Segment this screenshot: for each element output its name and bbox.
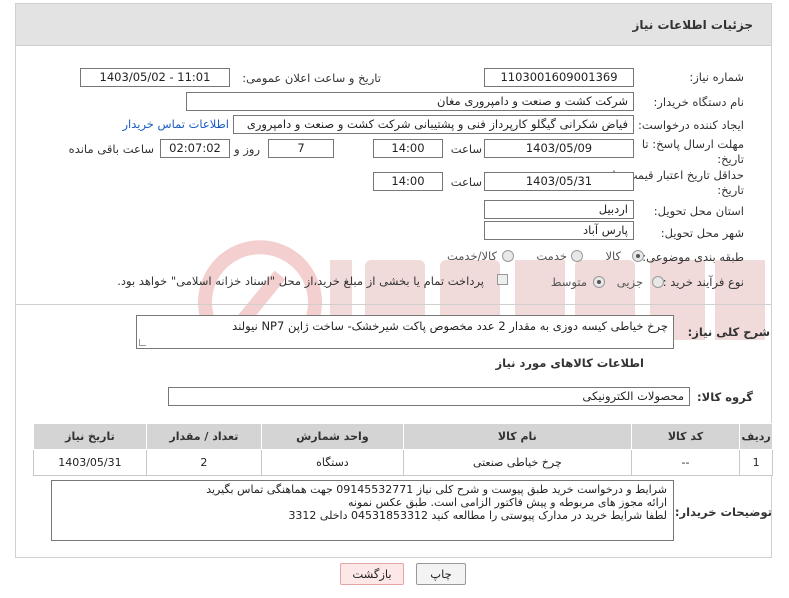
deadline-time-label: ساعت: [450, 142, 482, 156]
validity-date-field: 1403/05/31: [484, 172, 634, 191]
creator-label: ایجاد کننده درخواست:: [638, 118, 744, 132]
category-option-service: خدمت: [536, 249, 567, 263]
creator-field: فیاض شکرانی گیگلو کارپرداز فنی و پشتیبان…: [233, 115, 634, 134]
remaining-time-field: 02:07:02: [160, 139, 230, 158]
group-label: گروه کالا:: [697, 390, 753, 404]
announce-field: 1403/05/02 - 11:01: [80, 68, 230, 87]
category-option-goods-service: کالا/خدمت: [446, 249, 497, 263]
process-radio-medium[interactable]: [593, 276, 605, 288]
panel-header: جزئیات اطلاعات نیاز: [16, 4, 771, 46]
category-radio-goods[interactable]: [632, 250, 644, 262]
cell-quantity: 2: [145, 449, 262, 476]
items-info-title: اطلاعات کالاهای مورد نیاز: [495, 356, 644, 370]
process-option-medium: متوسط: [550, 275, 587, 289]
buyer-label: نام دستگاه خریدار:: [653, 95, 744, 109]
category-radio-service[interactable]: [571, 250, 583, 262]
category-option-goods: کالا: [605, 249, 621, 263]
section-divider: [16, 304, 771, 305]
process-radio-minor[interactable]: [652, 276, 664, 288]
need-number-label: شماره نیاز:: [689, 70, 744, 84]
cell-unit: دستگاه: [260, 449, 404, 476]
cell-name: چرخ خیاطی صنعتی: [402, 449, 632, 476]
deadline-label: مهلت ارسال پاسخ: تا تاریخ:: [641, 137, 744, 166]
cell-code: --: [630, 449, 741, 476]
process-option-minor: جزیی: [616, 275, 643, 289]
treasury-payment-checkbox[interactable]: [497, 274, 508, 285]
summary-field: چرخ خیاطی کیسه دوزی به مقدار 2 عدد مخصوص…: [136, 315, 674, 349]
col-header-quantity: تعداد / مقدار: [145, 423, 262, 450]
remaining-label: ساعت باقی مانده: [68, 142, 154, 156]
process-label: نوع فرآیند خرید :: [662, 275, 744, 289]
col-header-need-date: تاریخ نیاز: [33, 423, 147, 450]
back-button[interactable]: بازگشت: [340, 563, 404, 585]
items-table: ردیف کد کالا نام کالا واحد شمارش تعداد /…: [33, 423, 773, 476]
days-field: 7: [268, 139, 334, 158]
group-field: محصولات الکترونیکی: [168, 387, 690, 406]
page-title: جزئیات اطلاعات نیاز: [632, 18, 753, 32]
category-label: طبقه بندی موضوعی:: [642, 250, 744, 264]
need-number-field: 1103001609001369: [484, 68, 634, 87]
summary-label: شرح کلی نیاز:: [687, 325, 770, 339]
notes-line: شرایط و درخواست خرید طبق پیوست و شرح کلی…: [206, 483, 667, 496]
treasury-payment-note: پرداخت تمام یا بخشی از مبلغ خرید،از محل …: [117, 274, 484, 288]
buyer-notes-field: شرایط و درخواست خرید طبق پیوست و شرح کلی…: [51, 480, 674, 541]
cell-need-date: 1403/05/31: [33, 449, 147, 476]
col-header-name: نام کالا: [402, 423, 632, 450]
days-label: روز و: [234, 142, 260, 156]
category-radio-goods-service[interactable]: [502, 250, 514, 262]
notes-line: لطفا شرایط خرید در مدارک پیوستی را مطالع…: [288, 509, 667, 522]
col-header-unit: واحد شمارش: [260, 423, 404, 450]
notes-line: ارائه مجوز های مربوطه و پیش فاکتور الزام…: [348, 496, 667, 509]
buyer-contact-link[interactable]: اطلاعات تماس خریدار: [122, 117, 229, 131]
province-label: استان محل تحویل:: [653, 204, 744, 218]
print-button[interactable]: چاپ: [416, 563, 466, 585]
resize-handle[interactable]: [139, 339, 146, 346]
city-label: شهر محل تحویل:: [660, 226, 744, 240]
deadline-date-field: 1403/05/09: [484, 139, 634, 158]
province-field: اردبیل: [484, 200, 634, 219]
deadline-time-field: 14:00: [373, 139, 443, 158]
col-header-row-number: ردیف: [739, 423, 773, 450]
cell-row-number: 1: [739, 449, 773, 476]
validity-time-label: ساعت: [450, 175, 482, 189]
notes-label: توضیحات خریدار:: [674, 505, 772, 519]
table-row: 1 -- چرخ خیاطی صنعتی دستگاه 2 1403/05/31: [33, 449, 773, 476]
validity-time-field: 14:00: [373, 172, 443, 191]
table-header-row: ردیف کد کالا نام کالا واحد شمارش تعداد /…: [33, 423, 773, 450]
col-header-code: کد کالا: [630, 423, 741, 450]
announce-label: تاریخ و ساعت اعلان عمومی:: [242, 71, 381, 85]
buyer-field: شرکت کشت و صنعت و دامپروری مغان: [186, 92, 634, 111]
city-field: پارس آباد: [484, 221, 634, 240]
